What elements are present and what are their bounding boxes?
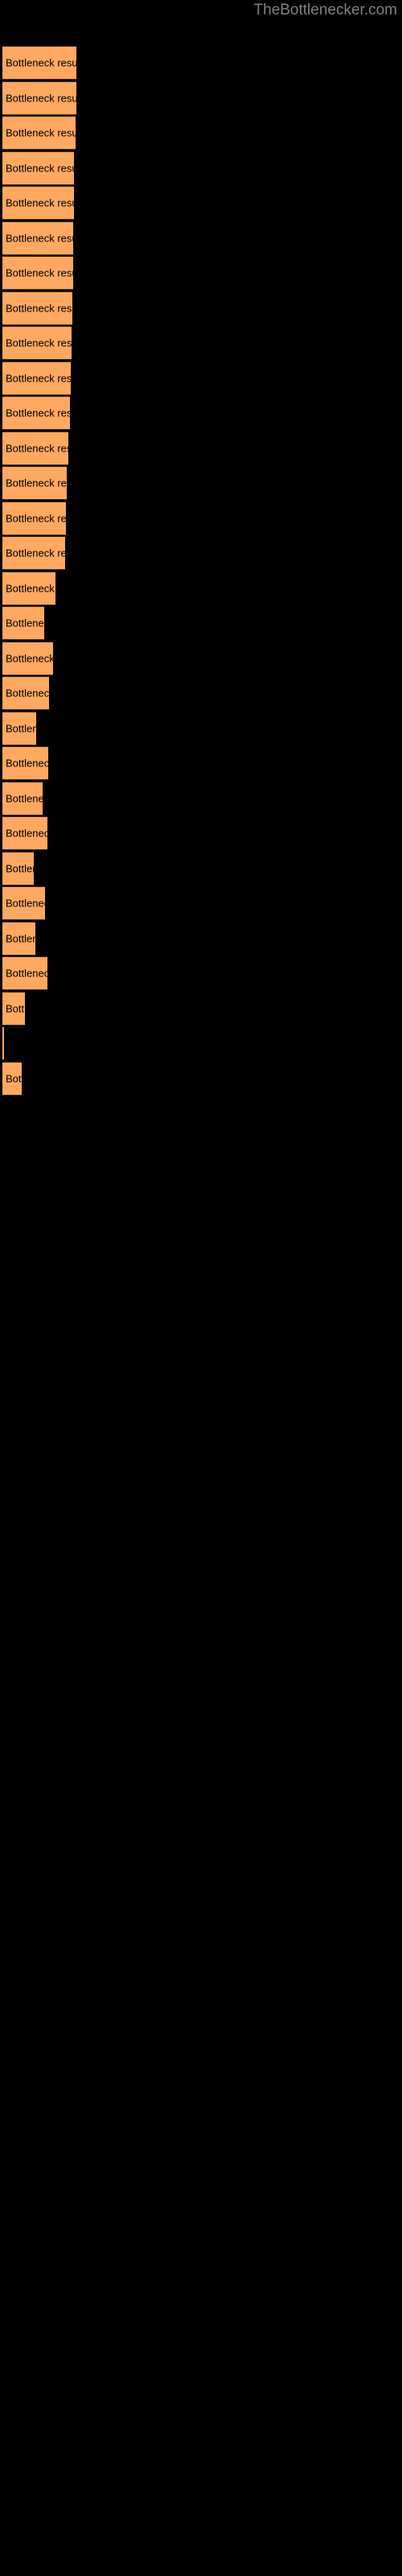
bar-label-2: Bottleneck result <box>6 92 76 104</box>
bar-label-17: Bottleneck result <box>6 617 44 630</box>
bar-label-14: Bottleneck result <box>6 512 66 524</box>
bar-5: Bottleneck result <box>2 186 74 220</box>
bar-label-4: Bottleneck result <box>6 162 74 174</box>
bar-label-21: Bottleneck result <box>6 757 48 770</box>
bar-9: Bottleneck result <box>2 326 72 360</box>
bar-28: Bottleneck result <box>2 991 25 1026</box>
bar-label-9: Bottleneck result <box>6 336 72 349</box>
bar-14: Bottleneck result <box>2 501 66 535</box>
bar-11: Bottleneck result <box>2 396 70 430</box>
bar-label-13: Bottleneck result <box>6 477 67 489</box>
bar-4: Bottleneck result <box>2 151 74 185</box>
bar-label-18: Bottleneck result <box>6 652 53 664</box>
bar-chart: Bottleneck result Bottleneck result Bottle… <box>0 0 402 2576</box>
bar-13: Bottleneck result <box>2 466 67 500</box>
bar-label-7: Bottleneck result <box>6 266 73 279</box>
bar-22: Bottleneck result <box>2 781 43 815</box>
bar-label-1: Bottleneck result <box>6 56 76 69</box>
bar-23: Bottleneck result <box>2 816 47 850</box>
bar-21: Bottleneck result <box>2 746 48 780</box>
bar-label-19: Bottleneck result <box>6 687 49 700</box>
bar-label-15: Bottleneck result <box>6 547 65 559</box>
bar-10: Bottleneck result <box>2 361 71 395</box>
bar-label-3: Bottleneck result <box>6 126 76 139</box>
bar-17: Bottleneck result <box>2 606 44 640</box>
bar-label-16: Bottleneck result <box>6 582 55 594</box>
bar-label-26: Bottleneck result <box>6 932 35 944</box>
bar-6: Bottleneck result <box>2 221 73 255</box>
bar-24: Bottleneck result <box>2 851 34 886</box>
bar-label-25: Bottleneck result <box>6 897 45 910</box>
bar-18: Bottleneck result <box>2 641 53 675</box>
bar-25: Bottleneck result <box>2 886 45 920</box>
bar-label-28: Bottleneck result <box>6 1002 25 1014</box>
bar-label-12: Bottleneck result <box>6 442 68 454</box>
bar-label-23: Bottleneck result <box>6 827 47 840</box>
bar-29: Bottleneck result <box>2 1026 4 1060</box>
bar-30: Bottleneck result <box>2 1061 22 1096</box>
bar-label-5: Bottleneck result <box>6 196 74 209</box>
bar-3: Bottleneck result <box>2 116 76 150</box>
bar-label-30: Bottleneck result <box>6 1072 22 1084</box>
bar-8: Bottleneck result <box>2 291 72 325</box>
bar-15: Bottleneck result <box>2 536 65 570</box>
bar-label-20: Bottleneck result <box>6 722 36 734</box>
bar-19: Bottleneck result <box>2 676 49 710</box>
bar-20: Bottleneck result <box>2 711 36 745</box>
bar-2: Bottleneck result <box>2 80 76 115</box>
bar-7: Bottleneck result <box>2 256 73 290</box>
bar-label-11: Bottleneck result <box>6 407 70 419</box>
bar-label-6: Bottleneck result <box>6 232 73 244</box>
bar-label-10: Bottleneck result <box>6 372 71 384</box>
bar-16: Bottleneck result <box>2 571 55 605</box>
bar-27: Bottleneck result <box>2 956 47 990</box>
bar-label-27: Bottleneck result <box>6 967 47 980</box>
bar-label-8: Bottleneck result <box>6 302 72 314</box>
bar-26: Bottleneck result <box>2 921 35 956</box>
bar-1: Bottleneck result <box>2 46 76 80</box>
bar-label-24: Bottleneck result <box>6 862 34 874</box>
bar-12: Bottleneck result <box>2 431 68 465</box>
bar-label-22: Bottleneck result <box>6 792 43 804</box>
